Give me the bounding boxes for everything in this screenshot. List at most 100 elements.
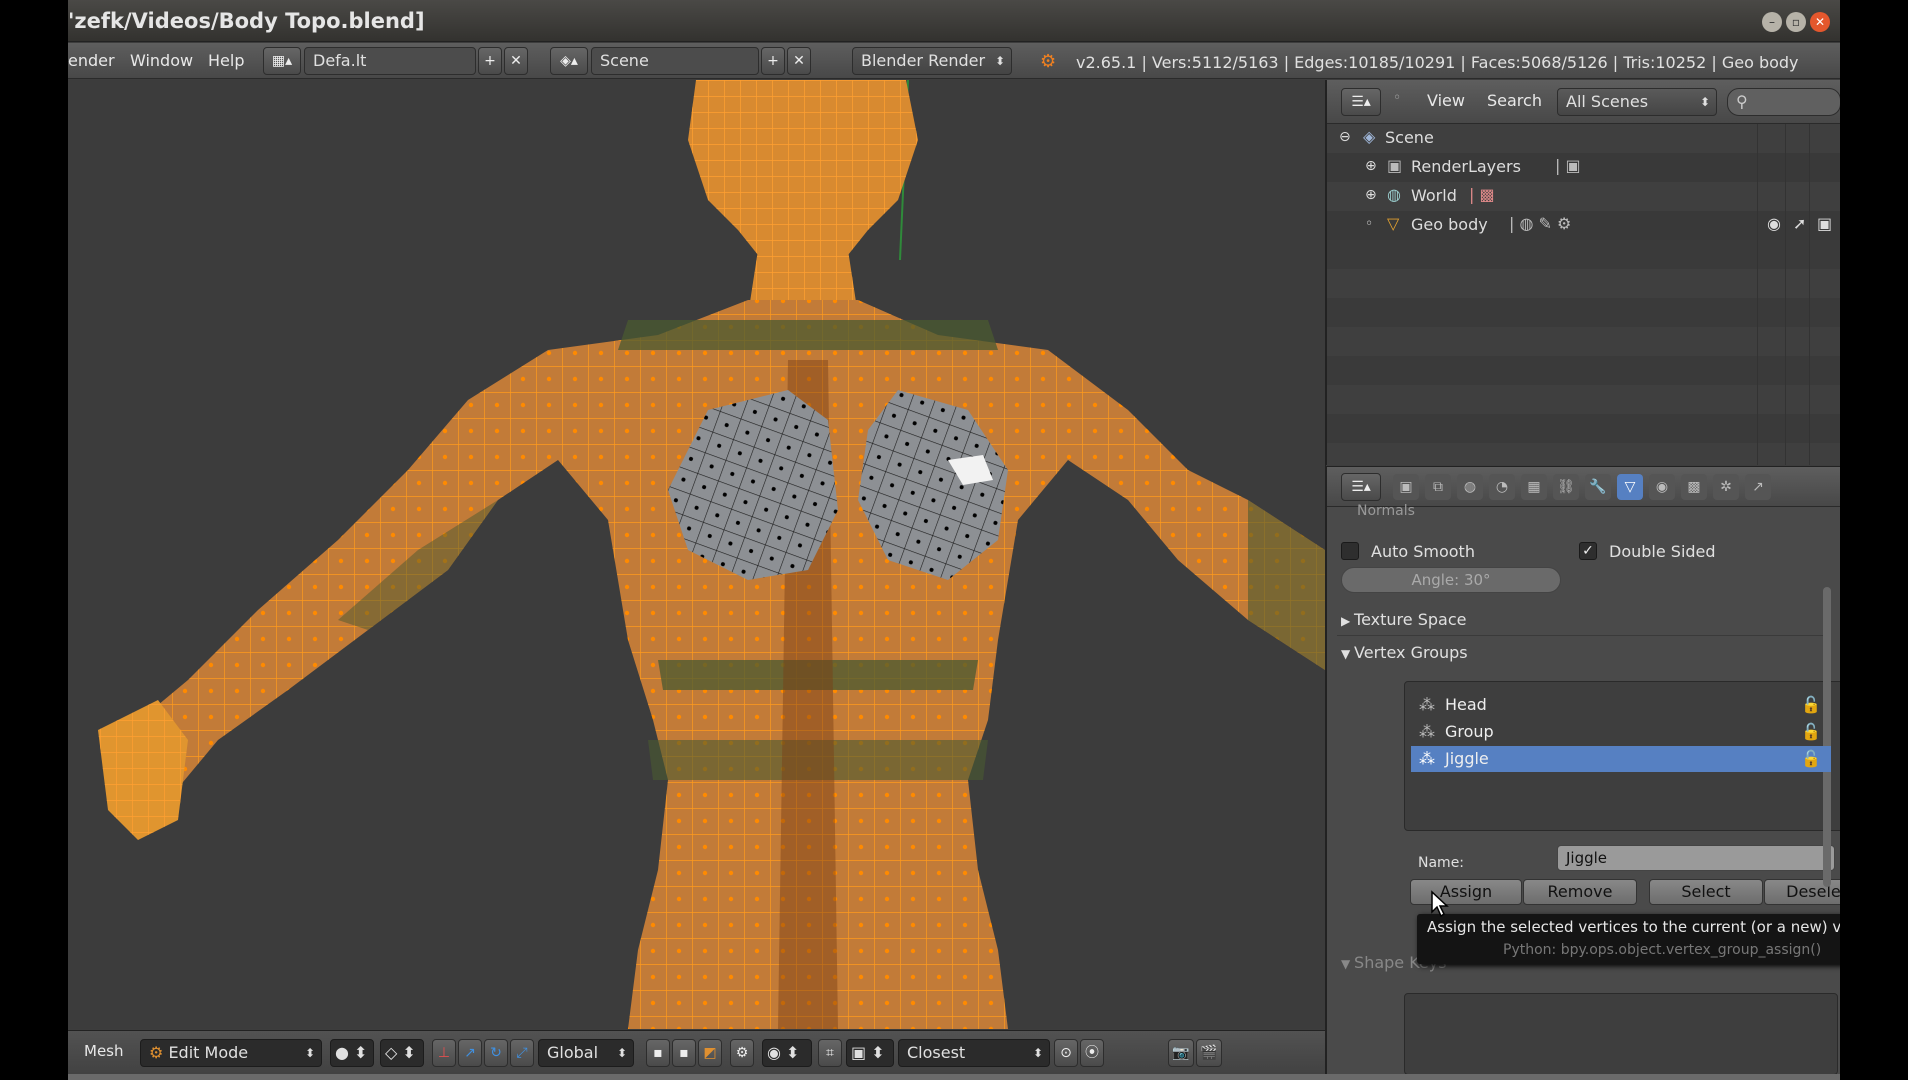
remove-scene-button[interactable]: ✕ (787, 47, 811, 75)
expand-icon[interactable]: ⊕ (1365, 187, 1377, 203)
snap-element-select[interactable]: ▣ ⬍ (846, 1039, 894, 1067)
mouse-cursor-icon (1431, 890, 1449, 918)
collapse-icon[interactable]: ⊖ (1339, 129, 1351, 145)
3d-viewport[interactable]: ➤ (68, 80, 1325, 1029)
menu-help[interactable]: Help (208, 51, 244, 70)
select-cursor-icon[interactable]: ➚ (1793, 214, 1806, 233)
scale-manipulator-icon[interactable]: ⤢ (510, 1039, 534, 1067)
outliner-row[interactable]: ⊕ ◍ World | ▩ (1327, 182, 1840, 211)
add-scene-button[interactable]: + (761, 47, 785, 75)
tab-physics[interactable]: ↗ (1745, 474, 1771, 500)
remove-button[interactable]: Remove (1523, 879, 1637, 905)
viewport-shading-select[interactable]: ● ⬍ (330, 1039, 374, 1067)
layer-button-1[interactable]: ▪ (646, 1039, 670, 1067)
minimize-icon[interactable]: – (1762, 12, 1782, 32)
snap-project-icon[interactable]: ⦿ (1080, 1039, 1104, 1067)
tab-texture[interactable]: ▩ (1681, 474, 1707, 500)
snap-toggle-icon[interactable]: ⌗ (818, 1039, 842, 1067)
outliner-item-label: Scene (1385, 128, 1434, 147)
render-opengl-icon[interactable]: 📷 (1168, 1039, 1194, 1067)
outliner-row[interactable]: ⊕ ▣ RenderLayers | ▣ (1327, 153, 1840, 182)
double-sided-label: Double Sided (1609, 542, 1716, 561)
texture-space-panel-header[interactable]: ▶ Texture Space (1341, 610, 1466, 629)
tab-object-data[interactable]: ▽ (1617, 474, 1643, 500)
tab-render-layers[interactable]: ⧉ (1425, 474, 1451, 500)
screen-layout-field[interactable]: Defa.lt (304, 47, 476, 75)
display-mode-select[interactable]: All Scenes ⬍ (1557, 88, 1717, 116)
dropdown-arrows-icon: ⬍ (1699, 95, 1710, 109)
vertex-group-row[interactable]: ⁂ Head 🔓 (1411, 692, 1831, 718)
lock-icon[interactable]: 🔓 (1801, 719, 1821, 745)
outliner-row[interactable]: ⊖ ◈ Scene (1327, 124, 1840, 153)
tab-constraints[interactable]: ⛓ (1553, 474, 1579, 500)
remove-layout-button[interactable]: ✕ (504, 47, 528, 75)
tab-material[interactable]: ◉ (1649, 474, 1675, 500)
lock-icon[interactable]: 🔓 (1801, 692, 1821, 718)
face-select-icon[interactable]: ◩ (698, 1039, 722, 1067)
display-mode-label: All Scenes (1566, 92, 1649, 111)
vertex-group-icon: ⁂ (1419, 722, 1435, 741)
mesh-menu[interactable]: Mesh (84, 1042, 124, 1060)
orientation-select[interactable]: Global ⬍ (538, 1039, 634, 1067)
render-animation-icon[interactable]: 🎬 (1196, 1039, 1222, 1067)
restrict-column-divider (1809, 124, 1810, 465)
snap-target-select[interactable]: Closest ⬍ (898, 1039, 1050, 1067)
angle-field[interactable]: Angle: 30° (1341, 567, 1561, 593)
occlude-geometry-icon[interactable]: ⚙ (730, 1039, 754, 1067)
double-sided-checkbox[interactable]: ✓ (1579, 542, 1597, 560)
expand-icon[interactable]: ◦ (1393, 90, 1401, 106)
orientation-label: Global (547, 1043, 599, 1062)
expand-icon[interactable]: ◦ (1365, 216, 1373, 232)
scene-field[interactable]: Scene (591, 47, 759, 75)
blender-window: 'zefk/Videos/Body Topo.blend] – ▫ ✕ ende… (68, 0, 1840, 1080)
vertex-groups-panel-header[interactable]: ▼ Vertex Groups (1341, 643, 1468, 662)
mode-select[interactable]: ⚙ Edit Mode ⬍ (140, 1039, 322, 1067)
name-input[interactable]: Jiggle (1557, 845, 1835, 871)
auto-smooth-checkbox[interactable] (1341, 542, 1359, 560)
outliner-search-input[interactable]: ⚲ (1727, 88, 1840, 116)
menu-render[interactable]: ender (68, 51, 115, 70)
rotate-manipulator-icon[interactable]: ↻ (484, 1039, 508, 1067)
close-icon[interactable]: ✕ (1810, 12, 1830, 32)
proportional-edit-select[interactable]: ◉ ⬍ (762, 1039, 812, 1067)
mesh-wireframe[interactable] (68, 80, 1325, 1029)
outliner-panel: ☰▴ ◦ View Search All Scenes ⬍ ⚲ ⊖ ◈ Scen… (1326, 80, 1840, 465)
dropdown-arrows-icon: ⬍ (304, 1046, 315, 1060)
maximize-icon[interactable]: ▫ (1786, 12, 1806, 32)
snap-align-icon[interactable]: ⊙ (1054, 1039, 1078, 1067)
tab-modifiers[interactable]: 🔧 (1585, 474, 1611, 500)
outliner-menu-search[interactable]: Search (1487, 91, 1542, 110)
add-layout-button[interactable]: + (478, 47, 502, 75)
assign-button[interactable]: Assign (1410, 879, 1522, 905)
outliner-menu-view[interactable]: View (1427, 91, 1465, 110)
expanded-arrow-icon: ▼ (1341, 647, 1355, 661)
outliner-row[interactable]: ◦ ▽ Geo body | ◍ ✎ ⚙ ◉ ➚ ▣ (1327, 211, 1840, 240)
visibility-eye-icon[interactable]: ◉ (1767, 214, 1781, 233)
tab-scene[interactable]: ◍ (1457, 474, 1483, 500)
panel-divider (1337, 635, 1829, 636)
editor-type-icon[interactable]: ☰▴ (1341, 88, 1381, 116)
tab-object[interactable]: ▦ (1521, 474, 1547, 500)
select-button[interactable]: Select (1649, 879, 1763, 905)
menu-window[interactable]: Window (130, 51, 193, 70)
vertex-group-row-selected[interactable]: ⁂ Jiggle 🔓 (1411, 746, 1831, 772)
outliner-item-label: Geo body (1411, 215, 1488, 234)
tab-render[interactable]: ▣ (1393, 474, 1419, 500)
editor-type-icon[interactable]: ☰▴ (1341, 473, 1381, 501)
tab-particles[interactable]: ✲ (1713, 474, 1739, 500)
lock-icon[interactable]: 🔓 (1801, 746, 1821, 772)
screen-layout-icon[interactable]: ▦▴ (263, 47, 301, 75)
normals-panel-header[interactable]: Normals (1357, 503, 1415, 519)
scene-icon-button[interactable]: ◈▴ (550, 47, 588, 75)
render-layer-icon: | ▣ (1555, 156, 1581, 175)
expand-icon[interactable]: ⊕ (1365, 158, 1377, 174)
vertex-group-row[interactable]: ⁂ Group 🔓 (1411, 719, 1831, 745)
layer-button-2[interactable]: ▪ (672, 1039, 696, 1067)
tab-world[interactable]: ◔ (1489, 474, 1515, 500)
render-engine-select[interactable]: Blender Render ⬍ (852, 47, 1012, 75)
manipulator-toggle-icon[interactable]: ⊥ (432, 1039, 456, 1067)
render-camera-icon[interactable]: ▣ (1817, 214, 1832, 233)
translate-manipulator-icon[interactable]: ↗ (458, 1039, 482, 1067)
pivot-point-select[interactable]: ◇ ⬍ (380, 1039, 424, 1067)
shape-keys-list[interactable] (1404, 993, 1838, 1074)
